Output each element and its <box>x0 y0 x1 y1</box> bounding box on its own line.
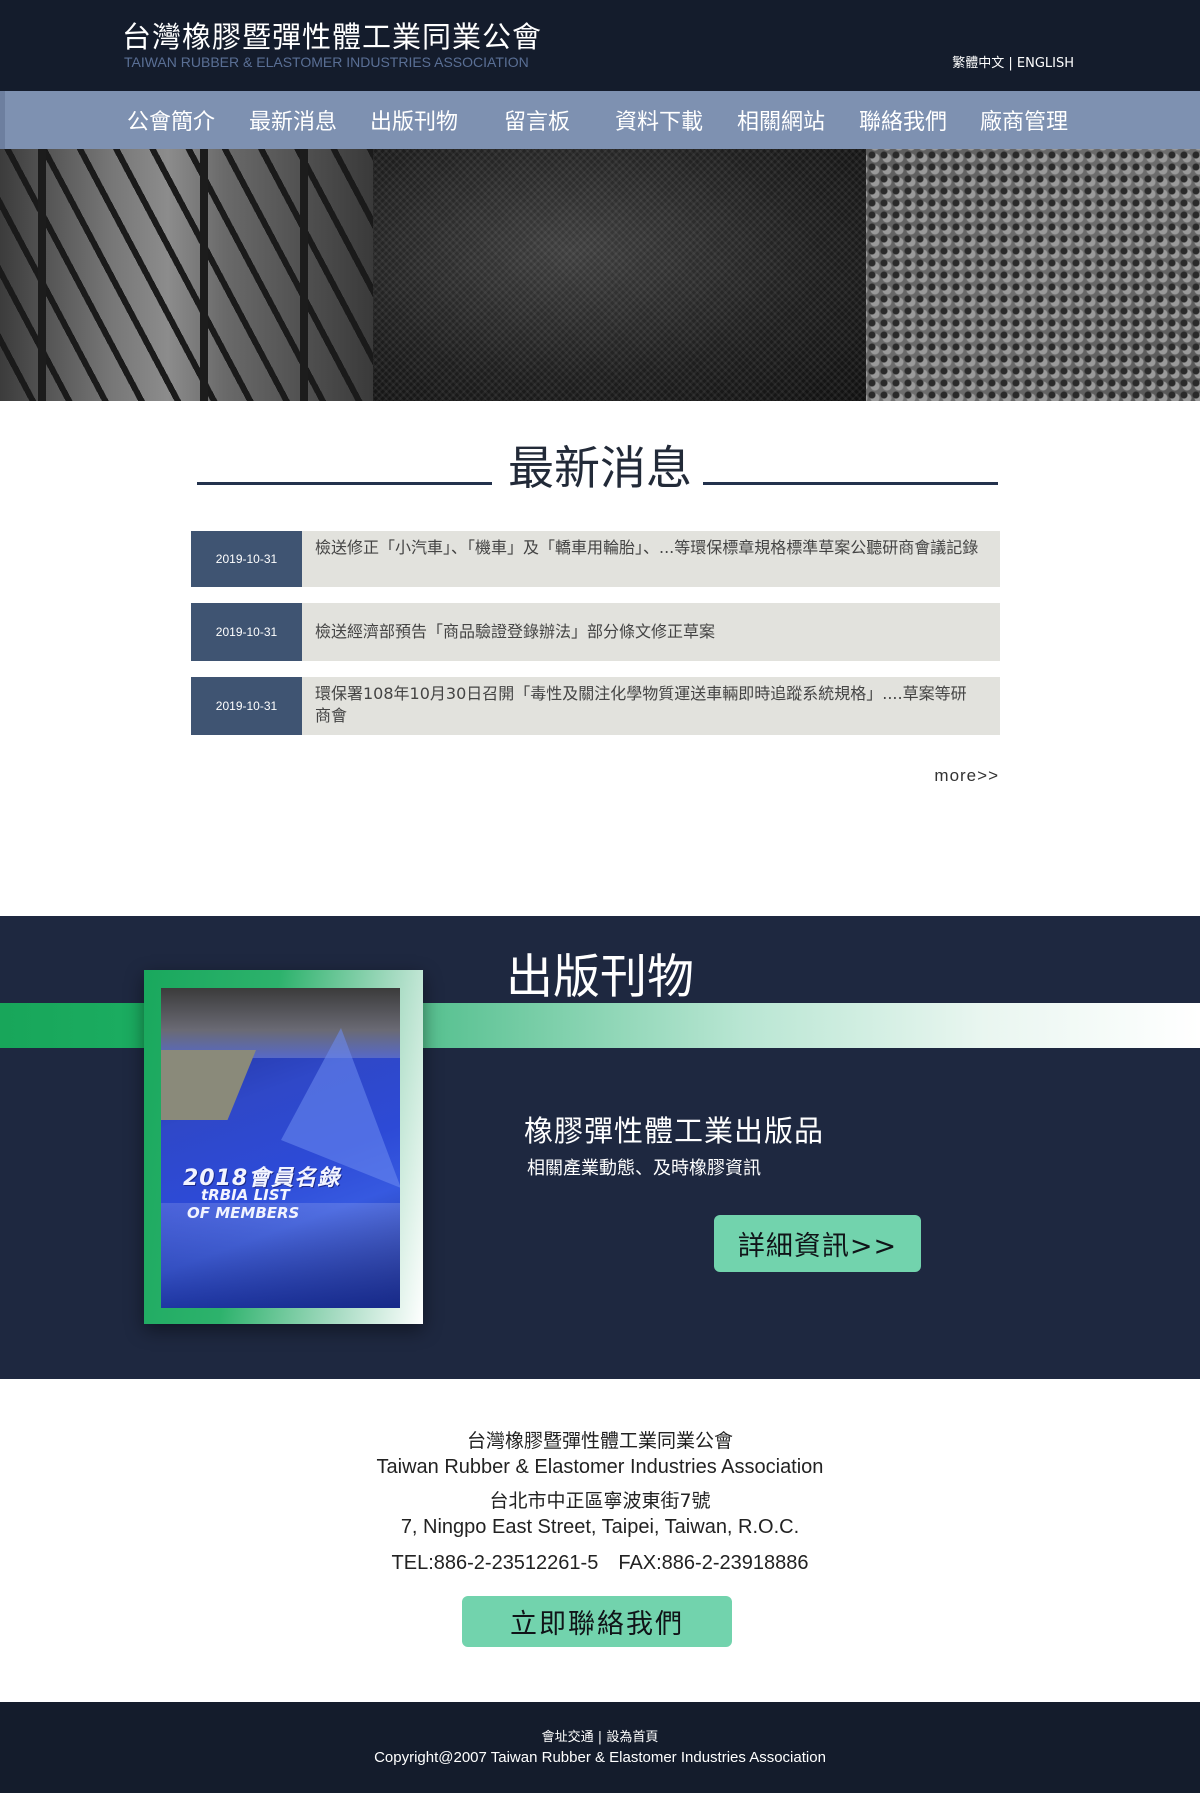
publication-cover-frame[interactable]: 2018會員名錄 tRBIA LIST OF MEMBERS <box>144 970 423 1324</box>
tire-groove <box>38 149 46 401</box>
footer-phone-fax: TEL:886-2-23512261-5 FAX:886-2-23918886 <box>391 1552 809 1574</box>
news-date: 2019-10-31 <box>191 531 302 587</box>
footer-address-en: 7, Ningpo East Street, Taipei, Taiwan, R… <box>400 1516 800 1538</box>
cover-rubber-pad-graphic <box>161 1050 256 1120</box>
main-nav: 公會簡介 最新消息 出版刊物 留言板 資料下載 相關網站 聯絡我們 廠商管理 <box>0 91 1200 149</box>
tire-groove <box>200 149 208 401</box>
cover-engine-graphic <box>161 988 400 1058</box>
tire-groove <box>300 149 308 401</box>
contact-us-button[interactable]: 立即聯絡我們 <box>462 1596 732 1647</box>
nav-item-related-sites[interactable]: 相關網站 <box>737 104 825 136</box>
publication-cover-image[interactable]: 2018會員名錄 tRBIA LIST OF MEMBERS <box>161 988 400 1308</box>
lang-english-link[interactable]: ENGLISH <box>1017 56 1074 71</box>
news-text[interactable]: 檢送修正「小汽車」、「機車」及「轎車用輪胎」、...等環保標章規格標準草案公聽研… <box>315 537 982 559</box>
nav-item-vendor-admin[interactable]: 廠商管理 <box>980 104 1068 136</box>
news-title: 最新消息 <box>508 441 692 495</box>
footer-link-traffic[interactable]: 會址交通 <box>542 1730 594 1745</box>
footer-address-zh: 台北市中正區寧波東街7號 <box>489 1490 711 1512</box>
news-item[interactable]: 2019-10-31 環保署108年10月30日召開「毒性及關注化學物質運送車輛… <box>191 677 1000 735</box>
lang-separator: | <box>1008 56 1013 71</box>
language-switcher: 繁體中文 | ENGLISH <box>952 52 1074 71</box>
news-item[interactable]: 2019-10-31 檢送修正「小汽車」、「機車」及「轎車用輪胎」、...等環保… <box>191 531 1000 587</box>
hero-banner <box>0 149 1200 401</box>
nav-item-message-board[interactable]: 留言板 <box>504 104 570 136</box>
publications-section: 出版刊物 2018會員名錄 tRBIA LIST OF MEMBERS 橡膠彈性… <box>0 916 1200 1379</box>
footer-link-separator: | <box>597 1730 603 1745</box>
news-item[interactable]: 2019-10-31 檢送經濟部預告「商品驗證登錄辦法」部分條文修正草案 <box>191 603 1000 661</box>
nav-item-about[interactable]: 公會簡介 <box>127 104 215 136</box>
details-button[interactable]: 詳細資訊>> <box>714 1215 921 1272</box>
lang-chinese-link[interactable]: 繁體中文 <box>952 56 1004 71</box>
banner-tire-image <box>0 149 373 401</box>
copyright-text: Copyright@2007 Taiwan Rubber & Elastomer… <box>374 1749 826 1766</box>
banner-fabric-image <box>373 149 866 401</box>
nav-item-contact[interactable]: 聯絡我們 <box>859 104 947 136</box>
nav-item-news[interactable]: 最新消息 <box>249 104 337 136</box>
site-subtitle: TAIWAN RUBBER & ELASTOMER INDUSTRIES ASS… <box>124 54 529 70</box>
news-date: 2019-10-31 <box>191 677 302 735</box>
banner-rubber-mat-image <box>866 149 1200 401</box>
news-text[interactable]: 檢送經濟部預告「商品驗證登錄辦法」部分條文修正草案 <box>315 621 982 643</box>
cover-subtitle-text: tRBIA LIST <box>201 1186 290 1204</box>
nav-item-downloads[interactable]: 資料下載 <box>615 104 703 136</box>
news-text[interactable]: 環保署108年10月30日召開「毒性及關注化學物質運送車輛即時追蹤系統規格」..… <box>315 683 982 727</box>
publications-heading: 橡膠彈性體工業出版品 <box>524 1114 825 1148</box>
footer-org-name-zh: 台灣橡膠暨彈性體工業同業公會 <box>466 1430 733 1452</box>
news-section-heading: 最新消息 <box>0 432 1200 495</box>
nav-item-publications[interactable]: 出版刊物 <box>370 104 458 136</box>
publications-description: 相關產業動態、及時橡膠資訊 <box>527 1158 761 1179</box>
cover-subtitle-text-2: OF MEMBERS <box>187 1204 300 1222</box>
heading-rule-right <box>703 482 998 485</box>
site-header: 台灣橡膠暨彈性體工業同業公會 TAIWAN RUBBER & ELASTOMER… <box>0 0 1200 91</box>
news-more-link[interactable]: more>> <box>934 766 999 786</box>
footer-org-name-en: Taiwan Rubber & Elastomer Industries Ass… <box>376 1456 824 1478</box>
footer-link-set-homepage[interactable]: 設為首頁 <box>606 1730 658 1745</box>
footer-links: 會址交通 | 設為首頁 <box>0 1726 1200 1745</box>
news-date: 2019-10-31 <box>191 603 302 661</box>
site-footer: 會址交通 | 設為首頁 Copyright@2007 Taiwan Rubber… <box>0 1702 1200 1793</box>
site-title[interactable]: 台灣橡膠暨彈性體工業同業公會 <box>122 14 542 56</box>
